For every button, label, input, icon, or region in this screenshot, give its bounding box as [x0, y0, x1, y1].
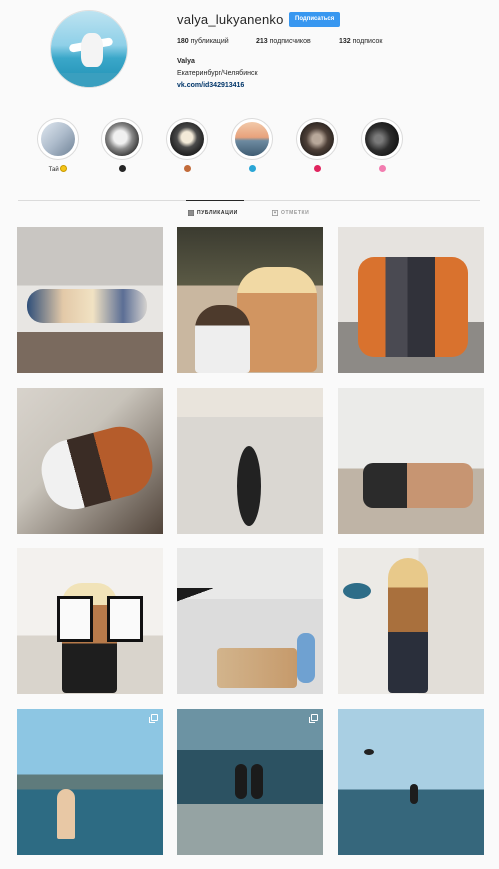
sun-emoji-icon — [60, 165, 68, 172]
stat-followers-count: 213 — [256, 38, 268, 45]
active-tab-indicator — [186, 200, 244, 201]
highlight-item[interactable]: Тай — [37, 118, 79, 173]
post-thumbnail[interactable] — [177, 548, 323, 694]
post-thumbnail[interactable] — [338, 548, 484, 694]
follow-button[interactable]: Подписаться — [289, 12, 341, 27]
stat-posts-count: 180 — [177, 38, 189, 45]
profile-avatar[interactable] — [50, 10, 128, 88]
tab-posts-label: ПУБЛИКАЦИИ — [197, 210, 238, 216]
wave-emoji-icon — [248, 165, 256, 172]
highlight-cover — [41, 122, 75, 156]
post-thumbnail[interactable] — [177, 709, 323, 855]
carousel-icon — [149, 714, 158, 723]
post-thumbnail[interactable] — [17, 227, 163, 373]
highlight-item[interactable] — [361, 118, 403, 173]
avatar-image — [51, 11, 127, 87]
post-thumbnail[interactable] — [17, 388, 163, 534]
profile-link[interactable]: vk.com/id342913416 — [177, 82, 244, 89]
black-heart-emoji-icon — [118, 165, 126, 172]
highlight-item[interactable] — [101, 118, 143, 173]
face-emoji-icon — [183, 165, 191, 172]
highlight-cover — [105, 122, 139, 156]
tabs-divider — [18, 200, 480, 201]
highlight-label: Тай — [48, 167, 59, 173]
post-thumbnail[interactable] — [17, 709, 163, 855]
story-highlights: Тай — [0, 118, 499, 178]
post-thumbnail[interactable] — [338, 709, 484, 855]
post-thumbnail[interactable] — [177, 227, 323, 373]
tab-tagged[interactable]: ОТМЕТКИ — [272, 210, 309, 216]
stat-followers[interactable]: 213 подписчиков — [256, 38, 311, 45]
post-thumbnail[interactable] — [177, 388, 323, 534]
tab-posts[interactable]: ПУБЛИКАЦИИ — [188, 210, 238, 216]
post-thumbnail[interactable] — [17, 548, 163, 694]
red-heart-emoji-icon — [313, 165, 321, 172]
highlight-item[interactable] — [231, 118, 273, 173]
tab-tagged-label: ОТМЕТКИ — [281, 210, 310, 216]
stat-following[interactable]: 132 подписок — [339, 38, 383, 45]
carousel-icon — [309, 714, 318, 723]
highlight-cover — [235, 122, 269, 156]
stat-following-count: 132 — [339, 38, 351, 45]
stat-followers-label: подписчиков — [269, 38, 311, 45]
stat-posts[interactable]: 180 публикаций — [177, 38, 229, 45]
flower-emoji-icon — [378, 165, 386, 172]
stat-posts-label: публикаций — [190, 38, 229, 45]
tagged-person-icon — [272, 210, 278, 216]
post-thumbnail[interactable] — [338, 227, 484, 373]
profile-full-name: Valya — [177, 58, 195, 65]
stat-following-label: подписок — [352, 38, 383, 45]
highlight-item[interactable] — [296, 118, 338, 173]
grid-icon — [188, 210, 194, 216]
highlight-cover — [365, 122, 399, 156]
highlight-cover — [300, 122, 334, 156]
highlight-item[interactable] — [166, 118, 208, 173]
profile-bio: Екатеринбург/Челябинск — [177, 70, 258, 77]
post-thumbnail[interactable] — [338, 388, 484, 534]
profile-username: valya_lukyanenko — [177, 12, 284, 27]
highlight-cover — [170, 122, 204, 156]
